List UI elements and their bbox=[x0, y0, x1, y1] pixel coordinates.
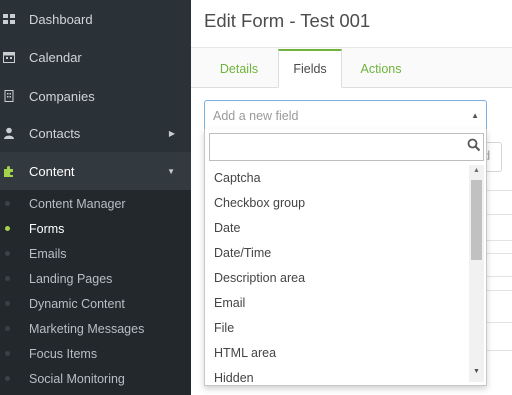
chevron-right-icon: ▶ bbox=[168, 128, 175, 138]
scroll-up-arrow-icon[interactable]: ▲ bbox=[469, 167, 484, 177]
divider bbox=[487, 276, 512, 277]
sidebar-item-label: Companies bbox=[29, 88, 95, 104]
page-title: Edit Form - Test 001 bbox=[204, 10, 371, 31]
dropdown-option[interactable]: Hidden bbox=[214, 371, 254, 384]
tab-fields[interactable]: Fields bbox=[278, 49, 342, 88]
bullet-icon bbox=[5, 201, 10, 206]
submenu-item-landing-pages[interactable]: Landing Pages bbox=[0, 266, 191, 291]
tab-actions[interactable]: Actions bbox=[348, 49, 414, 88]
building-icon bbox=[3, 90, 15, 102]
bullet-icon bbox=[5, 226, 10, 231]
dashboard-icon bbox=[3, 13, 15, 25]
bullet-icon bbox=[5, 301, 10, 306]
submenu-item-label: Focus Items bbox=[29, 346, 98, 361]
sidebar-item-label: Contacts bbox=[29, 125, 81, 141]
dropdown-scrollbar[interactable]: ▲ ▼ bbox=[469, 165, 484, 382]
sidebar-item-content[interactable]: Content ▼ bbox=[0, 152, 191, 190]
submenu-item-dynamic-content[interactable]: Dynamic Content bbox=[0, 291, 191, 316]
submenu-item-forms[interactable]: Forms bbox=[0, 216, 191, 241]
puzzle-icon bbox=[3, 165, 15, 177]
dropdown-option[interactable]: Date bbox=[214, 221, 240, 235]
chevron-down-icon: ▼ bbox=[167, 166, 175, 176]
submenu-item-social-monitoring[interactable]: Social Monitoring bbox=[0, 366, 191, 391]
submenu-item-label: Emails bbox=[29, 246, 67, 261]
bullet-icon bbox=[5, 376, 10, 381]
field-type-dropdown: Captcha Checkbox group Date Date/Time De… bbox=[204, 129, 487, 386]
sidebar-item-calendar[interactable]: Calendar bbox=[0, 38, 191, 76]
dropdown-option[interactable]: File bbox=[214, 321, 234, 335]
submenu-item-label: Content Manager bbox=[29, 196, 126, 211]
dropdown-option[interactable]: Date/Time bbox=[214, 246, 271, 260]
submenu-item-marketing-messages[interactable]: Marketing Messages bbox=[0, 316, 191, 341]
divider bbox=[487, 350, 512, 351]
submenu-item-label: Landing Pages bbox=[29, 271, 113, 286]
sidebar-item-label: Content bbox=[29, 163, 75, 179]
bullet-icon bbox=[5, 276, 10, 281]
dropdown-option[interactable]: HTML area bbox=[214, 346, 276, 360]
sidebar-item-label: Calendar bbox=[29, 49, 82, 65]
divider bbox=[487, 290, 512, 291]
dropdown-search-input[interactable] bbox=[209, 133, 484, 161]
calendar-icon bbox=[3, 51, 15, 63]
dropdown-option[interactable]: Email bbox=[214, 296, 245, 310]
divider bbox=[487, 190, 512, 191]
bullet-icon bbox=[5, 326, 10, 331]
submenu-item-label: Forms bbox=[29, 221, 65, 236]
sidebar-item-companies[interactable]: Companies bbox=[0, 77, 191, 115]
submenu-item-focus-items[interactable]: Focus Items bbox=[0, 341, 191, 366]
sidebar: Dashboard Calendar Companies Contacts ▶ … bbox=[0, 0, 191, 395]
divider bbox=[487, 253, 512, 254]
add-field-select[interactable]: Add a new field ▲ bbox=[204, 100, 487, 130]
bullet-icon bbox=[5, 351, 10, 356]
submenu-item-label: Dynamic Content bbox=[29, 296, 125, 311]
submenu-item-content-manager[interactable]: Content Manager bbox=[0, 191, 191, 216]
select-placeholder: Add a new field bbox=[213, 109, 299, 123]
dropdown-option[interactable]: Description area bbox=[214, 271, 305, 285]
divider bbox=[487, 240, 512, 241]
tab-details[interactable]: Details bbox=[207, 49, 271, 88]
scrollbar-thumb[interactable] bbox=[471, 180, 482, 260]
scroll-down-arrow-icon[interactable]: ▼ bbox=[469, 368, 484, 378]
page-header: Edit Form - Test 001 bbox=[191, 0, 512, 48]
divider bbox=[487, 214, 512, 215]
sidebar-item-dashboard[interactable]: Dashboard bbox=[0, 0, 191, 38]
submenu-item-label: Marketing Messages bbox=[29, 321, 145, 336]
divider bbox=[487, 322, 512, 323]
bullet-icon bbox=[5, 251, 10, 256]
search-icon bbox=[467, 138, 481, 152]
sidebar-item-contacts[interactable]: Contacts ▶ bbox=[0, 114, 191, 152]
dropdown-option[interactable]: Captcha bbox=[214, 171, 261, 185]
tab-bar: Details Fields Actions bbox=[191, 48, 512, 88]
dropdown-option[interactable]: Checkbox group bbox=[214, 196, 305, 210]
content-submenu: Content Manager Forms Emails Landing Pag… bbox=[0, 190, 191, 395]
submenu-item-label: Social Monitoring bbox=[29, 371, 125, 386]
user-icon bbox=[3, 127, 15, 139]
dropdown-options-list: Captcha Checkbox group Date Date/Time De… bbox=[205, 166, 468, 384]
caret-up-icon: ▲ bbox=[471, 111, 479, 120]
submenu-item-emails[interactable]: Emails bbox=[0, 241, 191, 266]
sidebar-item-label: Dashboard bbox=[29, 11, 93, 27]
